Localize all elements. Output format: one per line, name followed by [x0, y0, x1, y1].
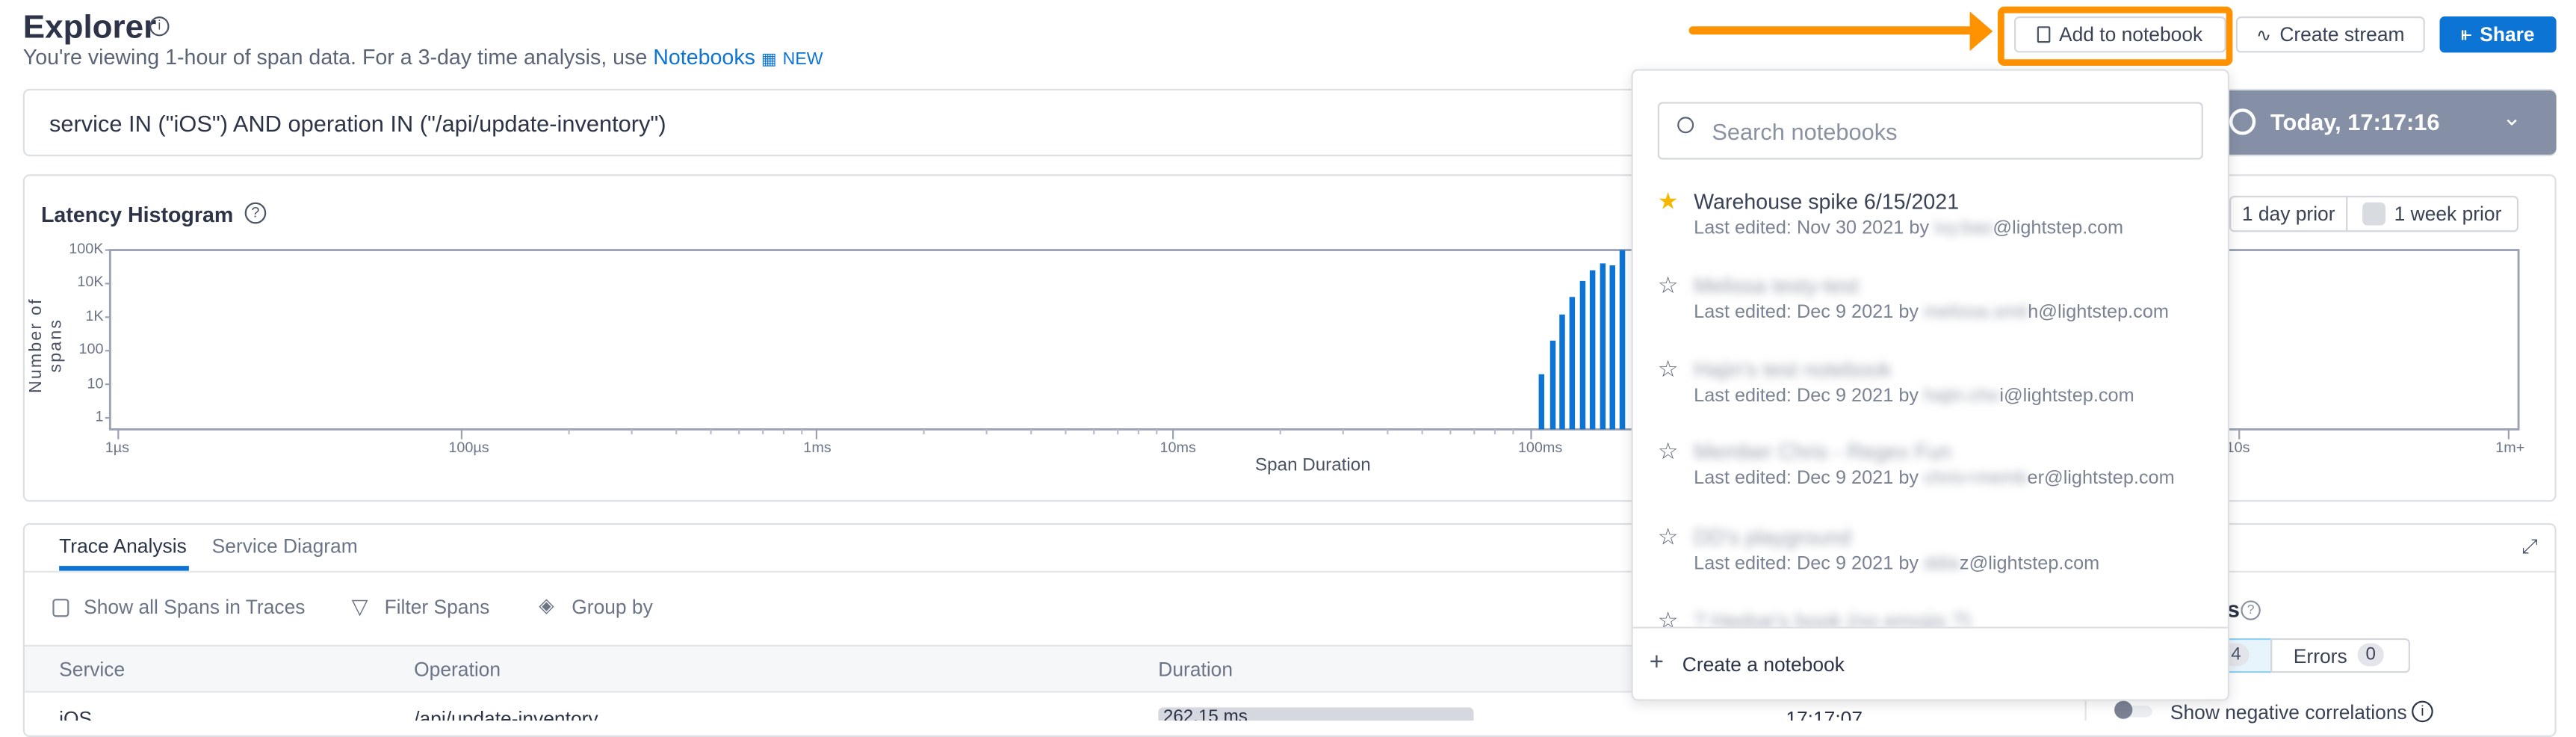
email-hidden: ddia [1924, 554, 1960, 575]
column-operation[interactable]: Operation [414, 658, 501, 681]
toggle-knob [2114, 700, 2133, 719]
notebook-last-edited: Last edited: Dec 9 2021 by hajin.choi@li… [1694, 386, 2134, 406]
y-tick-label: 1 [95, 407, 104, 425]
notebook-name: Hajin's test notebook [1694, 357, 1892, 382]
cell-duration-bar: 262.15 ms [1158, 707, 1474, 721]
errors-label: Errors [2293, 644, 2347, 668]
histogram-bar [1619, 250, 1626, 430]
email-visible: i@lightstep.com [1999, 386, 2134, 407]
x-tick-label: 1µs [105, 439, 130, 456]
correlations-help-icon[interactable]: ? [2241, 600, 2261, 620]
filter-spans-button[interactable]: Filter Spans [385, 596, 490, 619]
notebook-item[interactable]: ☆ Melissa testy-test Last edited: Dec 9 20… [1633, 271, 2228, 348]
column-service[interactable]: Service [59, 658, 125, 681]
segment-errors[interactable]: Errors 0 [2270, 638, 2410, 673]
column-duration[interactable]: Duration [1158, 658, 1233, 681]
filter-icon: ▽ [351, 593, 368, 619]
x-axis-label: Span Duration [1255, 455, 1371, 476]
x-tick-label: 1ms [803, 439, 832, 456]
histogram-bar [1609, 265, 1615, 430]
x-tick-label: 100µs [448, 439, 489, 456]
notebook-last-edited: Last edited: Nov 30 2021 by ivy.bao@ligh… [1694, 219, 2123, 238]
last-edited-text: Last edited: Nov 30 2021 by [1694, 218, 1930, 239]
search-notebooks-input[interactable]: Search notebooks [1657, 102, 2203, 160]
tab-trace-analysis[interactable]: Trace Analysis [59, 534, 187, 558]
create-notebook-label: Create a notebook [1682, 653, 1845, 676]
email-hidden: ivy.bao [1934, 218, 1993, 239]
y-tick-label: 100 [78, 340, 104, 358]
show-all-spans-label[interactable]: Show all Spans in Traces [84, 596, 305, 619]
x-tick-label: 10s [2226, 439, 2250, 456]
notebook-name: Warehouse spike 6/15/2021 [1694, 189, 1960, 215]
x-tick-label: 1m+ [2495, 439, 2525, 456]
star-filled-icon[interactable]: ★ [1658, 188, 1679, 215]
search-icon [1677, 117, 1694, 134]
negative-correlations-toggle[interactable] [2114, 700, 2152, 719]
notebook-item[interactable]: ☆ DD's playground Last edited: Dec 9 2021 … [1633, 523, 2228, 600]
last-edited-text: Last edited: Dec 9 2021 by [1694, 469, 1919, 489]
notebook-name: DD's playground [1694, 525, 1851, 550]
errors-count-badge: 0 [2357, 643, 2385, 667]
expand-icon[interactable]: ⤢ [2521, 534, 2537, 559]
star-outline-icon[interactable]: ☆ [1658, 355, 1679, 383]
star-outline-icon[interactable]: ☆ [1658, 437, 1679, 465]
x-tick-label: 100ms [1517, 439, 1563, 456]
y-tick-label: 10 [87, 374, 104, 391]
notebook-name: Melissa testy-test [1694, 273, 1859, 298]
x-tick-label: 10ms [1159, 439, 1196, 456]
group-by-button[interactable]: Group by [572, 596, 653, 619]
cell-operation: /api/update-inventory [414, 707, 598, 721]
email-visible: er@lightstep.com [2027, 469, 2175, 489]
negative-correlations-info-icon[interactable]: i [2412, 700, 2433, 723]
notebook-last-edited: Last edited: Dec 9 2021 by ddiaz@lightst… [1694, 555, 2099, 574]
y-tick-label: 100K [69, 240, 104, 257]
notebook-name: Member Chris - Regex Fun [1694, 439, 1951, 464]
histogram-bar [1569, 297, 1576, 430]
notebook-dropdown: Search notebooks ★ Warehouse spike 6/15/2… [1631, 69, 2230, 701]
layers-icon: ◈ [539, 593, 554, 617]
y-tick-label: 10K [77, 274, 104, 291]
histogram-bar [1559, 314, 1565, 430]
email-visible: h@lightstep.com [2028, 302, 2169, 323]
tab-service-diagram[interactable]: Service Diagram [212, 534, 358, 558]
histogram-bar [1538, 374, 1545, 430]
notebook-item[interactable]: ☆ Hajin's test notebook Last edited: Dec 9… [1633, 355, 2228, 433]
create-notebook-button[interactable]: + Create a notebook [1646, 628, 2205, 700]
notebook-last-edited: Last edited: Dec 9 2021 by melissa.smith… [1694, 303, 2169, 322]
star-outline-icon[interactable]: ☆ [1658, 271, 1679, 299]
plus-icon: + [1649, 648, 1665, 676]
email-hidden: chris+memb [1924, 469, 2028, 489]
notebook-last-edited: Last edited: Dec 9 2021 by chris+member@… [1694, 469, 2175, 488]
histogram-bar [1549, 340, 1556, 430]
last-edited-text: Last edited: Dec 9 2021 by [1694, 386, 1919, 407]
y-tick-label: 1K [85, 307, 104, 324]
histogram-bar [1579, 280, 1586, 430]
notebook-item[interactable]: ☆ Member Chris - Regex Fun Last edited: De… [1633, 437, 2228, 515]
show-all-spans-checkbox[interactable] [52, 599, 69, 617]
histogram-bar [1600, 263, 1606, 430]
star-outline-icon[interactable]: ☆ [1658, 523, 1679, 551]
last-edited-text: Last edited: Dec 9 2021 by [1694, 302, 1919, 323]
email-hidden: hajin.cho [1924, 386, 2000, 407]
histogram-bar [1589, 270, 1596, 430]
email-hidden: melissa.smit [1924, 302, 2028, 323]
last-edited-text: Last edited: Dec 9 2021 by [1694, 554, 1919, 575]
cell-service: iOS [59, 707, 93, 721]
email-visible: @lightstep.com [1993, 218, 2124, 239]
cell-time: 17:17:07 [1786, 707, 1863, 721]
notebook-item[interactable]: ★ Warehouse spike 6/15/2021 Last edited: N… [1633, 188, 2228, 265]
email-visible: z@lightstep.com [1959, 554, 2100, 575]
search-placeholder: Search notebooks [1712, 118, 1898, 145]
